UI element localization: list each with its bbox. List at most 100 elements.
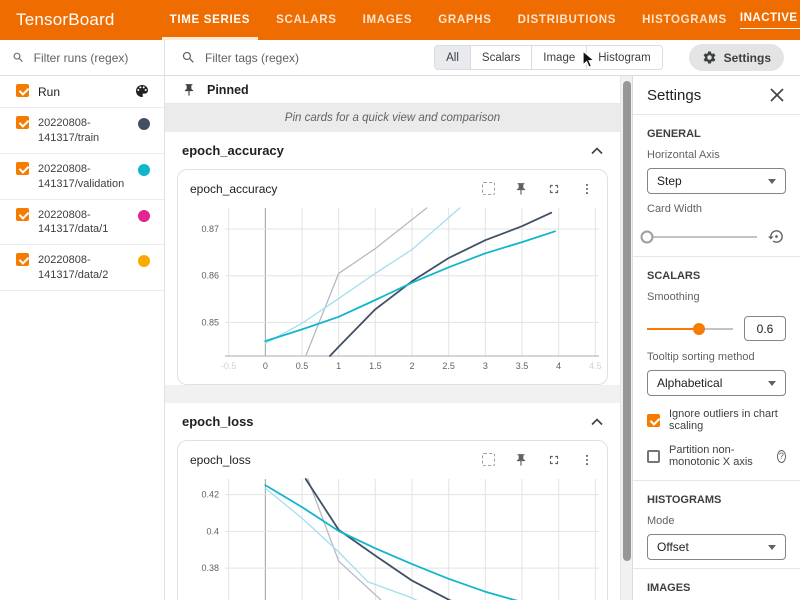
run-checkbox[interactable] — [16, 162, 29, 175]
scalar-chart-epoch-loss[interactable]: -0.500.511.522.533.544.50.360.380.40.42 — [187, 475, 607, 600]
svg-text:1: 1 — [336, 361, 341, 371]
svg-text:0.87: 0.87 — [201, 224, 219, 234]
slider-thumb[interactable] — [641, 231, 654, 244]
section-title: epoch_loss — [182, 414, 254, 429]
ignore-outliers-label: Ignore outliers in chart scaling — [669, 408, 786, 432]
kebab-menu-icon[interactable] — [579, 181, 595, 197]
images-section-title: IMAGES — [647, 582, 786, 594]
tab-histograms[interactable]: HISTOGRAMS — [629, 0, 740, 40]
histogram-mode-value: Offset — [657, 540, 689, 554]
svg-text:0.5: 0.5 — [296, 361, 309, 371]
svg-text:3: 3 — [483, 361, 488, 371]
scalar-card-epoch-accuracy: epoch_accuracy — [177, 169, 608, 385]
svg-text:0.85: 0.85 — [201, 317, 219, 327]
svg-text:0.38: 0.38 — [201, 563, 219, 573]
run-checkbox[interactable] — [16, 208, 29, 221]
gear-icon — [702, 50, 717, 65]
svg-text:2.5: 2.5 — [442, 361, 455, 371]
app-header: TensorBoard TIME SERIES SCALARS IMAGES G… — [0, 0, 800, 40]
tensorboard-app: TensorBoard TIME SERIES SCALARS IMAGES G… — [0, 0, 800, 600]
svg-text:-0.5: -0.5 — [221, 361, 237, 371]
cards-scrollbar[interactable] — [620, 76, 632, 600]
section-epoch-loss: epoch_loss epoch_loss — [165, 403, 620, 600]
filter-image-button[interactable]: Image — [532, 46, 587, 69]
ignore-outliers-row[interactable]: Ignore outliers in chart scaling — [647, 408, 786, 432]
settings-panel: Settings GENERAL Horizontal Axis Step Ca… — [632, 76, 800, 600]
filter-scalars-button[interactable]: Scalars — [471, 46, 532, 69]
filter-histogram-button[interactable]: Histogram — [587, 46, 661, 69]
pin-card-icon[interactable] — [513, 181, 529, 197]
run-row-train[interactable]: 20220808-141317/train — [0, 108, 164, 154]
tab-graphs[interactable]: GRAPHS — [425, 0, 504, 40]
section-header-epoch-accuracy[interactable]: epoch_accuracy — [165, 132, 620, 169]
partition-x-axis-row[interactable]: Partition non-monotonic X axis ? — [647, 444, 786, 468]
svg-text:0.4: 0.4 — [206, 526, 219, 536]
tab-time-series[interactable]: TIME SERIES — [157, 0, 264, 40]
tab-images[interactable]: IMAGES — [350, 0, 426, 40]
run-row-validation[interactable]: 20220808-141317/validation — [0, 154, 164, 200]
scrollbar-thumb[interactable] — [623, 81, 631, 561]
section-title: epoch_accuracy — [182, 143, 284, 158]
chevron-up-icon[interactable] — [591, 147, 603, 155]
settings-button-label: Settings — [724, 51, 771, 65]
run-color-dot — [138, 118, 150, 130]
close-icon[interactable] — [768, 86, 786, 104]
histogram-mode-label: Mode — [647, 515, 786, 527]
smoothing-slider[interactable] — [647, 328, 733, 330]
run-row-data-1[interactable]: 20220808-141317/data/1 — [0, 200, 164, 246]
run-label: 20220808-141317/data/2 — [38, 252, 129, 283]
histogram-mode-select[interactable]: Offset — [647, 534, 786, 560]
card-width-slider[interactable] — [647, 236, 757, 238]
chevron-up-icon[interactable] — [591, 418, 603, 426]
histograms-section-title: HISTOGRAMS — [647, 494, 786, 506]
run-row-data-2[interactable]: 20220808-141317/data/2 — [0, 245, 164, 291]
run-checkbox[interactable] — [16, 116, 29, 129]
fullscreen-icon[interactable] — [546, 181, 562, 197]
filter-tags-input[interactable] — [205, 51, 425, 65]
fit-domain-icon[interactable] — [480, 181, 496, 197]
run-color-dot — [138, 210, 150, 222]
smoothing-value-input[interactable] — [744, 316, 786, 341]
svg-text:4.5: 4.5 — [589, 361, 602, 371]
search-icon — [12, 50, 25, 65]
fullscreen-icon[interactable] — [546, 452, 562, 468]
scalars-section-title: SCALARS — [647, 270, 786, 282]
settings-button[interactable]: Settings — [689, 44, 784, 71]
card-title: epoch_accuracy — [190, 182, 480, 196]
run-color-dot — [138, 255, 150, 267]
pin-card-icon[interactable] — [513, 452, 529, 468]
palette-icon[interactable] — [134, 83, 150, 99]
ignore-outliers-checkbox[interactable] — [647, 414, 660, 427]
filter-runs-input[interactable] — [34, 51, 152, 65]
pinned-label: Pinned — [207, 83, 249, 97]
kebab-menu-icon[interactable] — [579, 452, 595, 468]
run-header-row[interactable]: Run — [0, 76, 164, 108]
reset-icon[interactable] — [768, 228, 786, 246]
tab-scalars[interactable]: SCALARS — [263, 0, 350, 40]
run-checkbox[interactable] — [16, 253, 29, 266]
horizontal-axis-select[interactable]: Step — [647, 168, 786, 194]
divider — [633, 256, 800, 257]
run-select-all-checkbox[interactable] — [16, 84, 29, 97]
section-header-epoch-loss[interactable]: epoch_loss — [165, 403, 620, 440]
scalar-card-epoch-loss: epoch_loss — [177, 440, 608, 600]
smoothing-label: Smoothing — [647, 291, 786, 303]
status-label: INACTIVE — [740, 12, 798, 24]
tooltip-sorting-label: Tooltip sorting method — [647, 351, 786, 363]
partition-x-axis-checkbox[interactable] — [647, 450, 660, 463]
tags-toolbar: All Scalars Image Histogram Settings — [165, 40, 800, 76]
card-title: epoch_loss — [190, 453, 480, 467]
slider-thumb[interactable] — [693, 323, 705, 335]
fit-domain-icon[interactable] — [480, 452, 496, 468]
svg-text:0.86: 0.86 — [201, 271, 219, 281]
tooltip-sorting-select[interactable]: Alphabetical — [647, 370, 786, 396]
horizontal-axis-label: Horizontal Axis — [647, 149, 786, 161]
horizontal-axis-value: Step — [657, 174, 682, 188]
scalar-chart-epoch-accuracy[interactable]: -0.500.511.522.533.544.50.850.860.87 — [187, 204, 607, 376]
reload-status-dropdown[interactable]: INACTIVE — [740, 12, 800, 29]
filter-all-button[interactable]: All — [435, 46, 471, 69]
tab-distributions[interactable]: DISTRIBUTIONS — [505, 0, 630, 40]
help-icon[interactable]: ? — [777, 450, 786, 463]
divider — [633, 114, 800, 115]
svg-text:0: 0 — [263, 361, 268, 371]
